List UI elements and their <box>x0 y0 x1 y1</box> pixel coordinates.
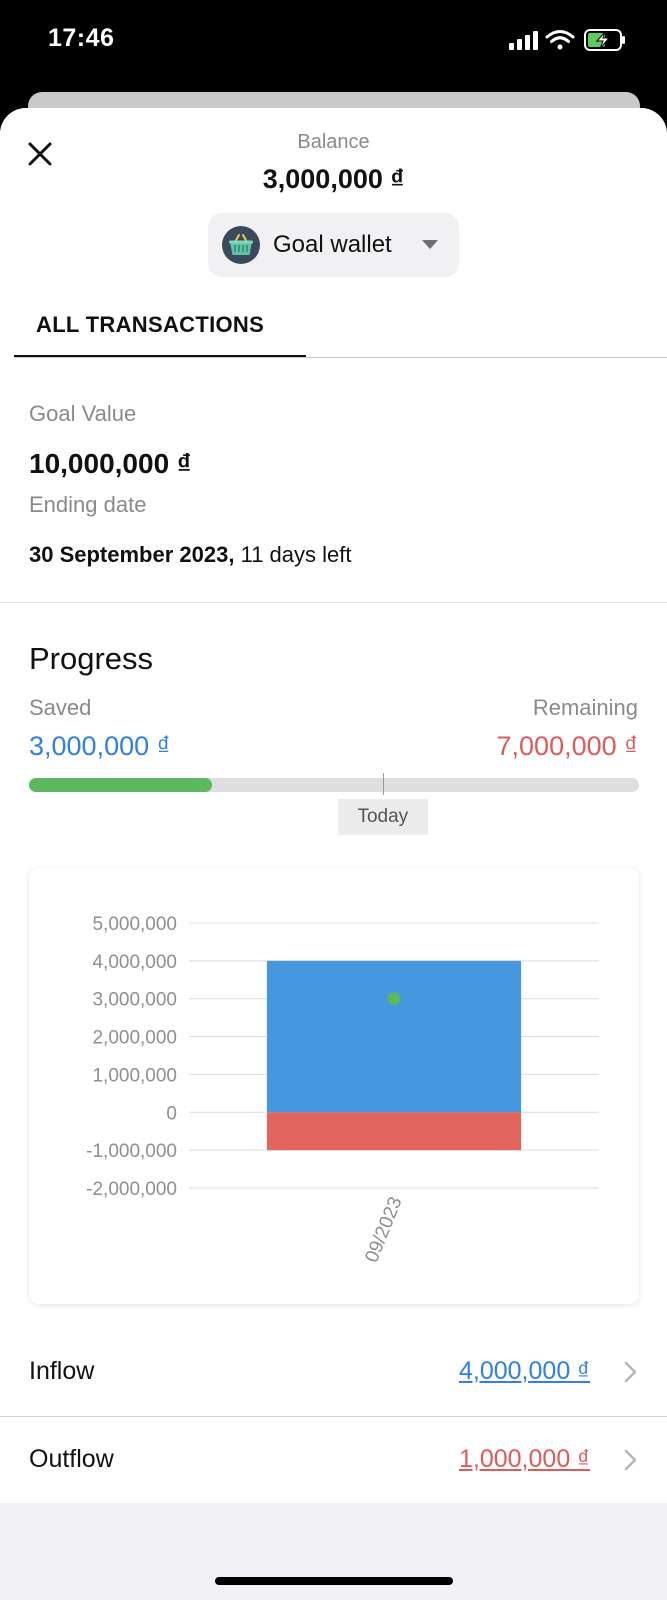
status-bar: 17:46 <box>0 0 667 90</box>
ending-date-value: 30 September 2023, <box>29 542 235 567</box>
wifi-icon <box>545 30 575 50</box>
balance-value: 3,000,000 ₫ <box>262 164 405 194</box>
sheet-header: Balance 3,000,000 ₫ Goal wallet ALL TRAN… <box>0 108 667 358</box>
remaining-value: 7,000,000 ₫ <box>496 731 638 761</box>
progress-section: Progress Saved Remaining 3,000,000 ₫ 7,0… <box>0 603 667 1329</box>
chevron-down-icon <box>422 240 438 249</box>
today-marker <box>382 773 384 795</box>
balance-point <box>387 992 401 1006</box>
progress-fill <box>29 778 212 792</box>
battery-charging-icon <box>584 29 625 51</box>
saved-value: 3,000,000 ₫ <box>29 731 171 761</box>
inflow-value: 4,000,000 ₫ <box>459 1357 590 1386</box>
home-indicator <box>215 1577 453 1585</box>
saved-label: Saved <box>29 695 92 720</box>
inflow-bar <box>266 960 522 1113</box>
y-tick-label: -2,000,000 <box>86 1179 177 1200</box>
y-tick-label: 5,000,000 <box>92 914 177 935</box>
today-label: Today <box>337 799 428 835</box>
y-tick-label: 1,000,000 <box>92 1065 177 1086</box>
outflow-label: Outflow <box>29 1445 114 1473</box>
ending-date-label: Ending date <box>29 492 147 517</box>
inflow-amount: 4,000,000 ₫ <box>459 1357 590 1385</box>
y-tick-label: 2,000,000 <box>92 1028 177 1049</box>
goal-wallet-sheet: Balance 3,000,000 ₫ Goal wallet ALL TRAN… <box>0 108 667 1600</box>
chevron-right-icon <box>624 1361 637 1383</box>
wallet-name: Goal wallet <box>273 231 392 258</box>
goal-details: Goal Value 10,000,000 ₫ Ending date 30 S… <box>0 358 667 603</box>
chart-card: 5,000,000 4,000,000 3,000,000 2,000,000 1,00… <box>29 868 639 1304</box>
inflow-row[interactable]: Inflow 4,000,000 ₫ <box>0 1329 667 1416</box>
inflow-outflow-chart: 5,000,000 4,000,000 3,000,000 2,000,000 1,00… <box>86 914 599 1266</box>
outflow-row[interactable]: Outflow 1,000,000 ₫ <box>0 1416 667 1503</box>
days-left: 11 days left <box>240 542 352 567</box>
basket-icon <box>222 226 260 264</box>
remaining-label: Remaining <box>532 695 638 720</box>
y-tick-label: 4,000,000 <box>92 952 177 973</box>
chevron-right-icon <box>624 1449 637 1471</box>
goal-value: 10,000,000 ₫ <box>29 448 192 479</box>
wallet-selector[interactable]: Goal wallet <box>208 213 459 277</box>
goal-value-label: Goal Value <box>29 401 137 426</box>
status-time: 17:46 <box>48 24 115 52</box>
ending-date: 30 September 2023, 11 days left <box>29 542 351 568</box>
y-tick-label: 3,000,000 <box>92 990 177 1011</box>
progress-track <box>29 778 639 792</box>
progress-title: Progress <box>29 641 154 676</box>
y-tick-label: -1,000,000 <box>86 1141 177 1162</box>
y-tick-label: 0 <box>166 1103 177 1124</box>
cellular-signal-icon <box>509 31 538 50</box>
status-icons <box>509 29 625 51</box>
outflow-amount: 1,000,000 ₫ <box>459 1445 590 1473</box>
tab-all-transactions-label: ALL TRANSACTIONS <box>36 312 265 337</box>
balance-label: Balance <box>297 131 370 153</box>
x-tick-label: 09/2023 <box>361 1194 406 1266</box>
tab-all-transactions[interactable]: ALL TRANSACTIONS <box>14 302 306 358</box>
inflow-label: Inflow <box>29 1357 95 1385</box>
outflow-bar <box>266 1112 522 1151</box>
outflow-value: 1,000,000 ₫ <box>459 1445 590 1474</box>
